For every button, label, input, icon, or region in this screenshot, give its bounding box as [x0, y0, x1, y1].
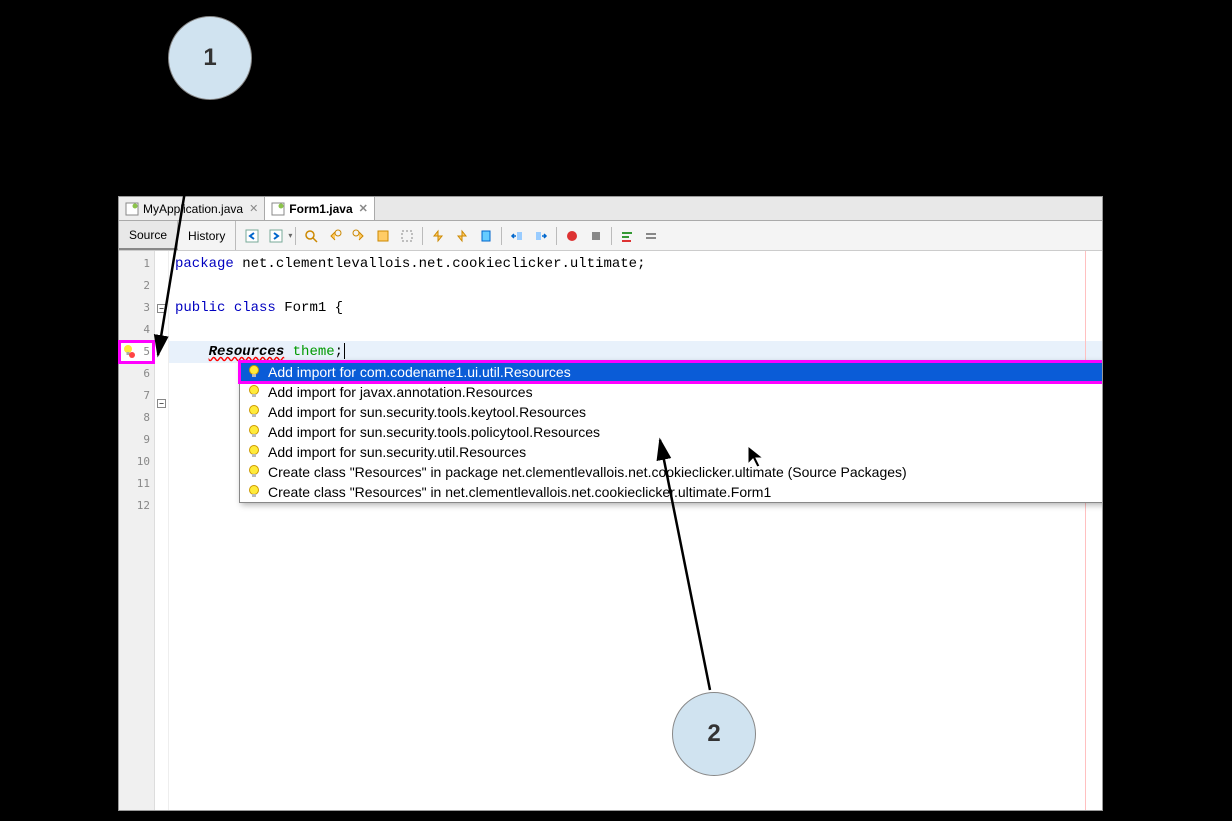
lightbulb-icon [246, 424, 262, 440]
uncomment-icon[interactable] [640, 225, 662, 247]
view-tabs: Source History [119, 221, 236, 250]
line-number: 8 [119, 407, 154, 429]
lightbulb-icon [246, 404, 262, 420]
lightbulb-icon [246, 484, 262, 500]
suggestion-label: Add import for javax.annotation.Resource… [268, 384, 533, 400]
tab-label: Form1.java [289, 202, 352, 216]
find-prev-icon[interactable] [324, 225, 346, 247]
close-icon[interactable]: ✕ [249, 202, 258, 215]
lightbulb-icon [246, 384, 262, 400]
line-number: 11 [119, 473, 154, 495]
line-number: 2 [119, 275, 154, 297]
toggle-bookmark-icon[interactable] [475, 225, 497, 247]
fold-gutter: − − [155, 251, 169, 810]
line-number: 1 [119, 253, 154, 275]
suggestions-popup: Add import for com.codename1.ui.util.Res… [239, 361, 1102, 503]
suggestion-item-selected[interactable]: Add import for com.codename1.ui.util.Res… [240, 362, 1102, 382]
macro-record-icon[interactable] [561, 225, 583, 247]
tab-myapplication[interactable]: MyApplication.java ✕ [119, 197, 265, 220]
suggestion-label: Add import for sun.security.tools.policy… [268, 424, 600, 440]
suggestion-item[interactable]: Add import for sun.security.util.Resourc… [240, 442, 1102, 462]
suggestion-item[interactable]: Create class "Resources" in net.clementl… [240, 482, 1102, 502]
lightbulb-icon [246, 444, 262, 460]
line-number: 6 [119, 363, 154, 385]
annotation-text: Click on the first line in the list [792, 700, 1092, 729]
source-tab[interactable]: Source [119, 221, 178, 250]
next-bookmark-icon[interactable] [451, 225, 473, 247]
lightbulb-icon [246, 364, 262, 380]
suggestion-label: Create class "Resources" in package net.… [268, 464, 907, 480]
prev-bookmark-icon[interactable] [427, 225, 449, 247]
code-line: package net.clementlevallois.net.cookiec… [169, 253, 1102, 275]
code-line-current: Resources theme; [169, 341, 1102, 363]
tab-form1[interactable]: Form1.java ✕ [265, 197, 375, 220]
line-number: 3 [119, 297, 154, 319]
shift-left-icon[interactable] [506, 225, 528, 247]
code-line: public class Form1 { [169, 297, 1102, 319]
forward-icon[interactable] [265, 225, 287, 247]
suggestion-label: Create class "Resources" in net.clementl… [268, 484, 771, 500]
annotation-marker-2: 2 [672, 692, 756, 776]
tab-label: MyApplication.java [143, 202, 243, 216]
back-icon[interactable] [241, 225, 263, 247]
highlight-icon[interactable] [372, 225, 394, 247]
line-number-gutter: 1 2 3 4 5 6 7 8 9 10 11 12 [119, 251, 155, 810]
suggestion-item[interactable]: Create class "Resources" in package net.… [240, 462, 1102, 482]
error-bulb-gutter[interactable]: 5 [119, 341, 154, 363]
fold-toggle-icon[interactable]: − [157, 399, 166, 408]
find-next-icon[interactable] [348, 225, 370, 247]
java-file-icon [271, 202, 285, 216]
shift-right-icon[interactable] [530, 225, 552, 247]
find-selection-icon[interactable] [300, 225, 322, 247]
suggestion-label: Add import for sun.security.tools.keytoo… [268, 404, 586, 420]
suggestion-item[interactable]: Add import for javax.annotation.Resource… [240, 382, 1102, 402]
fold-toggle-icon[interactable]: − [157, 304, 166, 313]
line-number: 12 [119, 495, 154, 517]
toolbar-icons: ▾ [236, 225, 663, 247]
line-number: 7 [119, 385, 154, 407]
suggestion-item[interactable]: Add import for sun.security.tools.policy… [240, 422, 1102, 442]
macro-stop-icon[interactable] [585, 225, 607, 247]
line-number: 9 [119, 429, 154, 451]
line-number: 10 [119, 451, 154, 473]
lightbulb-error-icon[interactable] [121, 344, 135, 358]
lightbulb-icon [246, 464, 262, 480]
history-tab[interactable]: History [178, 221, 236, 250]
suggestion-item[interactable]: Add import for sun.security.tools.keytoo… [240, 402, 1102, 422]
close-icon[interactable]: ✕ [359, 202, 368, 215]
suggestion-label: Add import for com.codename1.ui.util.Res… [268, 364, 571, 380]
annotation-marker-1: 1 [168, 16, 252, 100]
java-file-icon [125, 202, 139, 216]
suggestion-label: Add import for sun.security.util.Resourc… [268, 444, 526, 460]
toolbar-row: Source History ▾ [119, 221, 1102, 251]
comment-icon[interactable] [616, 225, 638, 247]
tabs-bar: MyApplication.java ✕ Form1.java ✕ [119, 197, 1102, 221]
text-caret [344, 343, 345, 359]
toggle-rect-icon[interactable] [396, 225, 418, 247]
line-number: 4 [119, 319, 154, 341]
code-line [169, 319, 1102, 341]
code-line [169, 275, 1102, 297]
